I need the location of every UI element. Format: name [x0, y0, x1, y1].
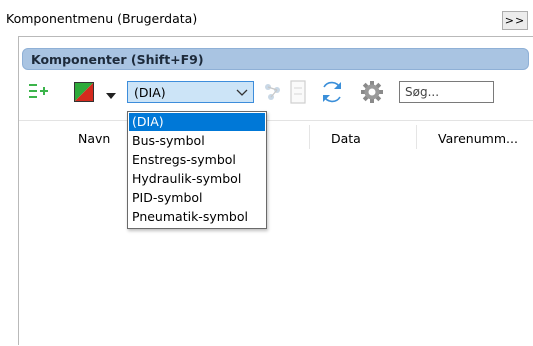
- column-separator[interactable]: [416, 125, 417, 149]
- window-title: Komponentmenu (Brugerdata): [6, 11, 198, 26]
- filter-combobox[interactable]: (DIA): [127, 81, 254, 103]
- column-separator[interactable]: [309, 125, 310, 149]
- dropdown-arrow-icon[interactable]: [106, 89, 116, 103]
- filter-combobox-value: (DIA): [134, 85, 166, 100]
- settings-icon[interactable]: [360, 80, 384, 107]
- search-placeholder: Søg...: [405, 85, 440, 99]
- color-flag-icon[interactable]: [74, 82, 94, 105]
- component-list[interactable]: Navn Data Varenumm...: [19, 120, 533, 346]
- dropdown-option[interactable]: Hydraulik-symbol: [129, 170, 265, 188]
- refresh-icon[interactable]: [319, 79, 345, 108]
- add-component-icon[interactable]: [27, 80, 49, 105]
- page-icon[interactable]: [290, 80, 306, 107]
- dropdown-option[interactable]: Pneumatik-symbol: [129, 208, 265, 226]
- window-titlebar: Komponentmenu (Brugerdata) >>: [0, 0, 533, 38]
- panel-header[interactable]: Komponenter (Shift+F9): [22, 48, 529, 70]
- dropdown-option[interactable]: (DIA): [129, 113, 265, 131]
- column-header-name[interactable]: Navn: [78, 131, 110, 146]
- chevron-down-icon: [235, 84, 249, 103]
- dropdown-option[interactable]: Bus-symbol: [129, 132, 265, 150]
- toolbar: (DIA) Søg...: [18, 72, 533, 120]
- column-header-item-number[interactable]: Varenumm...: [438, 131, 518, 146]
- search-input[interactable]: Søg...: [399, 81, 494, 103]
- panel-header-title: Komponenter (Shift+F9): [31, 52, 204, 67]
- dropdown-option[interactable]: Enstregs-symbol: [129, 151, 265, 169]
- dropdown-option[interactable]: PID-symbol: [129, 189, 265, 207]
- component-tree-icon[interactable]: [262, 81, 284, 106]
- column-header-data[interactable]: Data: [331, 131, 361, 146]
- filter-dropdown-list[interactable]: (DIA) Bus-symbol Enstregs-symbol Hydraul…: [127, 111, 267, 229]
- expand-button[interactable]: >>: [502, 11, 528, 30]
